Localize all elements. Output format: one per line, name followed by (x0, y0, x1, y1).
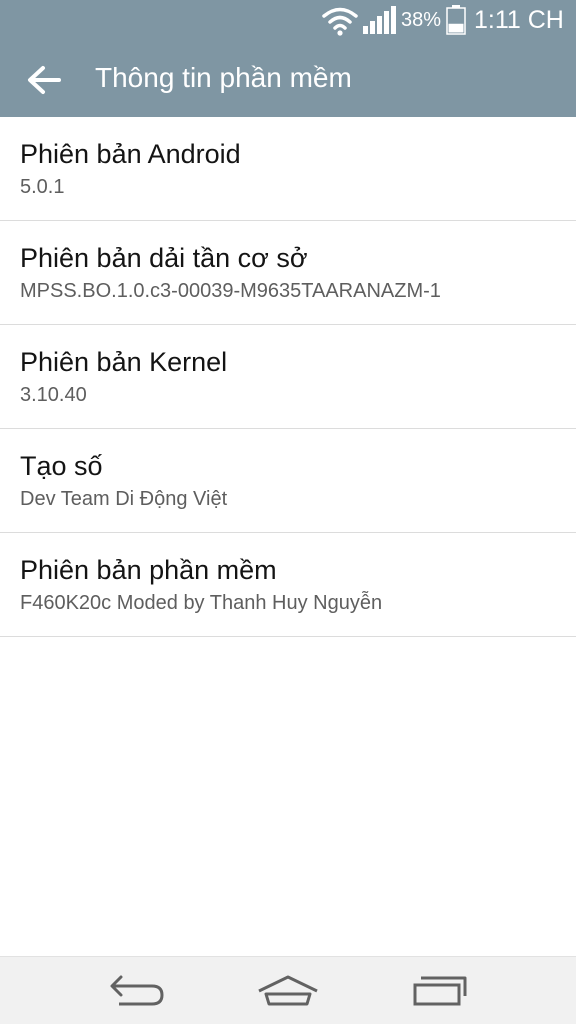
arrow-left-icon (28, 66, 61, 94)
item-title: Phiên bản Android (20, 139, 241, 169)
battery-icon (446, 5, 466, 35)
top-bar: 38% 1:11 CH Thông tin phần mềm (0, 0, 576, 117)
recent-apps-icon (413, 976, 467, 1006)
battery-percent: 38% (401, 9, 442, 31)
item-title: Tạo số (20, 451, 103, 481)
wifi-icon (322, 7, 358, 36)
item-value: 3.10.40 (20, 384, 87, 406)
navigation-bar (0, 956, 576, 1024)
back-button[interactable] (14, 50, 74, 110)
action-bar: Thông tin phần mềm (0, 42, 576, 117)
item-title: Phiên bản dải tần cơ sở (20, 243, 308, 273)
item-value: F460K20c Moded by Thanh Huy Nguyễn (20, 592, 383, 614)
nav-back-button[interactable] (96, 965, 176, 1017)
list-item-kernel-version[interactable]: Phiên bản Kernel 3.10.40 (0, 325, 576, 429)
nav-home-button[interactable] (248, 965, 328, 1017)
item-value: Dev Team Di Động Việt (20, 488, 228, 510)
home-icon (258, 975, 318, 1006)
screen: 38% 1:11 CH Thông tin phần mềm Phiên bản… (0, 0, 576, 1024)
status-bar: 38% 1:11 CH (0, 0, 576, 42)
page-title: Thông tin phần mềm (95, 62, 352, 93)
item-value: 5.0.1 (20, 176, 65, 198)
nav-recent-apps-button[interactable] (400, 965, 480, 1017)
list-item-android-version[interactable]: Phiên bản Android 5.0.1 (0, 117, 576, 221)
list-item-build-number[interactable]: Tạo số Dev Team Di Động Việt (0, 429, 576, 533)
back-icon (110, 975, 164, 1006)
list-item-baseband-version[interactable]: Phiên bản dải tần cơ sở MPSS.BO.1.0.c3-0… (0, 221, 576, 325)
software-info-list: Phiên bản Android 5.0.1 Phiên bản dải tầ… (0, 117, 576, 637)
item-value: MPSS.BO.1.0.c3-00039-M9635TAARANAZM-1 (20, 280, 441, 302)
list-item-software-version[interactable]: Phiên bản phần mềm F460K20c Moded by Tha… (0, 533, 576, 637)
signal-icon (363, 6, 396, 34)
item-title: Phiên bản Kernel (20, 347, 228, 377)
item-title: Phiên bản phần mềm (20, 555, 277, 585)
status-clock: 1:11 CH (474, 6, 564, 34)
